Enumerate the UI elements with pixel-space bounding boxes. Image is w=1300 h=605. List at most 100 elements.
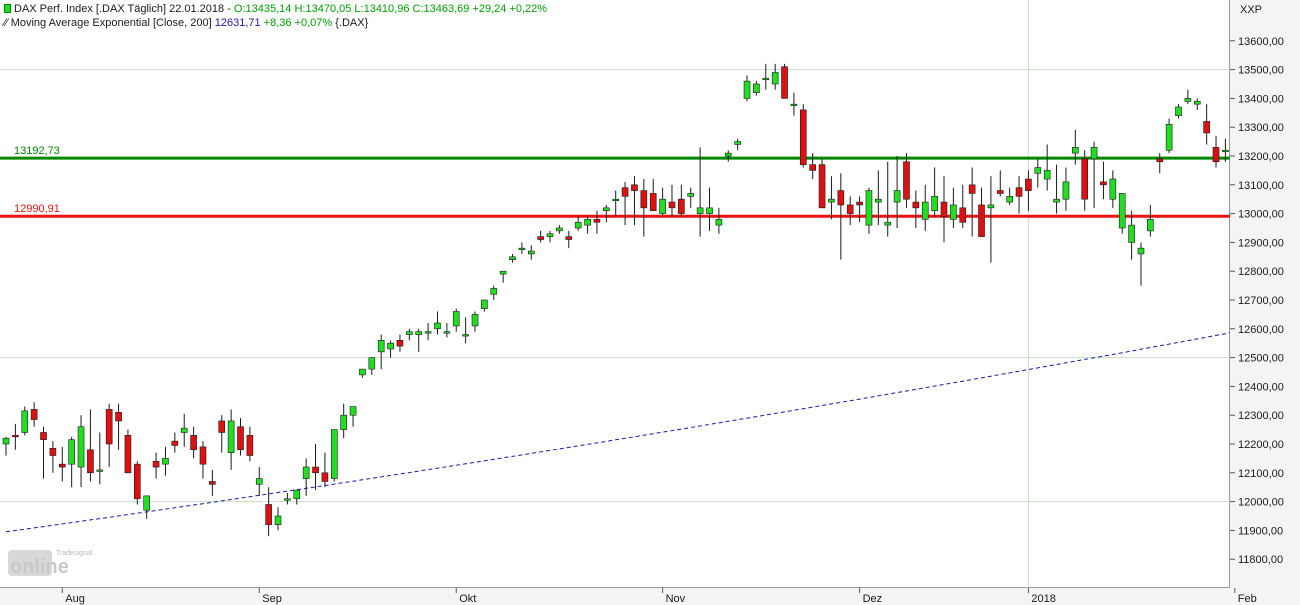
x-tick-label: Aug xyxy=(65,593,85,605)
y-tick-label: 13400,00 xyxy=(1238,93,1284,105)
candle-body-down xyxy=(209,481,216,485)
candle-body-up xyxy=(77,426,85,468)
candle xyxy=(1165,118,1173,154)
candle xyxy=(903,153,910,208)
candle xyxy=(509,253,516,263)
y-tick-label: 12400,00 xyxy=(1238,381,1284,393)
y-axis[interactable]: XXP 11800,00 11900,00 12000,00 12100,00 1220… xyxy=(1230,0,1300,588)
candle-body-down xyxy=(640,190,648,209)
candle xyxy=(143,495,150,519)
chart-canvas[interactable]: 13192,73 12990,91 xyxy=(0,0,1230,588)
candle-body-down xyxy=(190,435,197,451)
candle xyxy=(1184,89,1192,105)
candle xyxy=(846,196,854,226)
candle xyxy=(724,150,732,162)
candle xyxy=(687,187,695,208)
candle-body-down xyxy=(171,440,179,446)
candle-body-up xyxy=(603,207,610,212)
legend-ema-value: 12631,71 xyxy=(214,17,261,29)
candle xyxy=(190,426,197,459)
candle-body-down xyxy=(1212,147,1220,163)
candle xyxy=(828,176,835,220)
candle-body-up xyxy=(612,198,620,201)
resistance-label: 13192,73 xyxy=(14,145,60,157)
y-tick-label: 11800,00 xyxy=(1238,554,1283,566)
candle xyxy=(1109,170,1117,208)
candle-body-down xyxy=(818,164,826,209)
y-tick-label: 12000,00 xyxy=(1238,497,1284,509)
candle-body-down xyxy=(912,201,920,209)
x-axis-ticks: Aug Sep Okt Nov Dez 2018 Feb xyxy=(61,588,1257,605)
candle-body-up xyxy=(471,314,479,327)
y-tick-label: 12100,00 xyxy=(1238,468,1284,480)
candle-body-down xyxy=(837,190,845,206)
candle xyxy=(593,210,601,234)
candle-body-up xyxy=(865,190,873,226)
candle-body-up xyxy=(584,219,591,226)
candle-body-down xyxy=(12,435,19,438)
candle-body-up xyxy=(434,322,441,330)
candle-body-down xyxy=(799,109,807,165)
candle xyxy=(499,270,507,283)
candle xyxy=(1053,164,1060,214)
x-tick-label: Sep xyxy=(262,593,282,605)
y-tick-label: 12800,00 xyxy=(1238,266,1284,278)
ema-line xyxy=(5,332,1230,533)
candle xyxy=(293,489,301,505)
candle xyxy=(1043,144,1051,191)
candle xyxy=(556,225,563,234)
candle xyxy=(762,63,770,90)
candle xyxy=(1100,161,1107,200)
candle-body-up xyxy=(1128,224,1135,243)
candle-body-down xyxy=(846,204,854,214)
candle xyxy=(68,436,75,488)
logo-text: online xyxy=(10,556,69,578)
candle-body-up xyxy=(377,340,385,353)
candle xyxy=(603,204,610,223)
candle-body-down xyxy=(959,207,967,223)
candle-body-up xyxy=(368,357,376,370)
candle xyxy=(987,176,995,263)
candle-body-up xyxy=(546,233,554,237)
y-tick-label: 12900,00 xyxy=(1238,237,1284,249)
x-tick-label: Okt xyxy=(459,593,476,605)
candle xyxy=(40,426,47,479)
candle-body-up xyxy=(424,331,432,334)
plot-area[interactable]: 13192,73 12990,91 DAX Perf. Index [.DAX T… xyxy=(0,0,1230,588)
candle-body-down xyxy=(537,236,544,240)
candle xyxy=(1137,242,1145,286)
candle-body-up xyxy=(518,247,526,250)
line-legend-icon: ⁄⁄ xyxy=(4,17,8,29)
candle-body-up xyxy=(255,478,263,485)
candle-body-up xyxy=(284,498,291,501)
candle-body-up xyxy=(1165,124,1173,151)
candle xyxy=(330,429,338,482)
candle-body-down xyxy=(621,187,629,197)
candle-body-up xyxy=(499,270,507,275)
candle xyxy=(424,323,432,341)
candle xyxy=(865,187,873,234)
candle-body-up xyxy=(1222,149,1229,153)
candle-body-up xyxy=(1043,170,1051,180)
candle-body-up xyxy=(1006,196,1013,203)
legend-ema-suffix: {.DAX} xyxy=(332,17,369,29)
candle xyxy=(152,452,160,479)
legend-dax-values: O:13435,14 H:13470,05 L:13410,96 C:13463… xyxy=(233,3,548,15)
candle-body-down xyxy=(649,193,657,212)
candle xyxy=(462,317,469,344)
candle-body-down xyxy=(246,435,254,456)
candle xyxy=(255,467,263,496)
candle-body-down xyxy=(30,409,38,420)
candle-body-up xyxy=(1175,106,1182,116)
candle-body-down xyxy=(265,504,272,525)
candle xyxy=(959,184,967,228)
candle-body-up xyxy=(490,288,498,295)
candle xyxy=(415,328,423,352)
candle-body-down xyxy=(856,201,863,206)
candle xyxy=(574,216,582,231)
x-axis[interactable]: Aug Sep Okt Nov Dez 2018 Feb xyxy=(0,588,1300,605)
candle xyxy=(921,184,929,231)
candle xyxy=(77,415,85,488)
candle-body-up xyxy=(68,439,75,465)
candle xyxy=(771,63,779,90)
